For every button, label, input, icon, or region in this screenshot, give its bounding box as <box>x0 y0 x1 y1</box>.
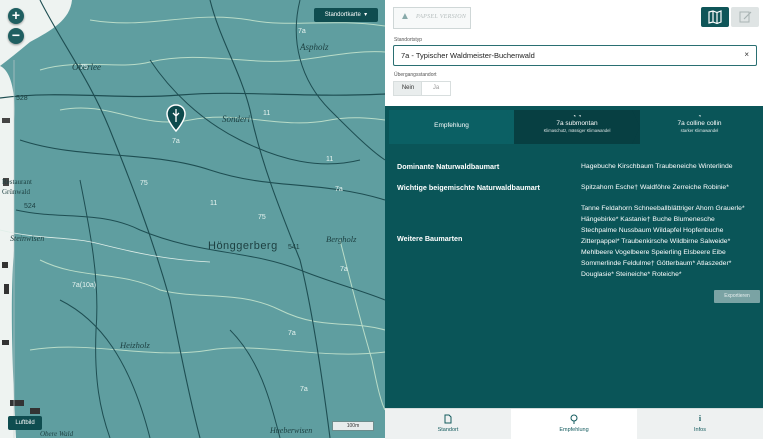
elevation-label: 541 <box>288 244 300 251</box>
scenario-tabs: Empfehlung ◔ ◔ 7a submontan Klimaschutz,… <box>389 110 759 144</box>
zoom-out-button[interactable]: − <box>8 28 24 44</box>
tab-collin[interactable]: ◔ 7a colline collin starker Klimawandel <box>640 110 759 144</box>
species-line: Hängebirke* Kastanie† Buche Blumenesche <box>581 216 715 223</box>
elevation-label: 528 <box>16 95 28 102</box>
recommendation-panel: Empfehlung ◔ ◔ 7a submontan Klimaschutz,… <box>385 106 763 408</box>
stand-code: 75 <box>140 180 148 187</box>
tab-subtitle: Klimaschutz, mässiger Klimawandel <box>543 128 611 133</box>
row-value-beigemischt: Spitzahorn Esche† Waldföhre Zerreiche Ro… <box>581 182 729 193</box>
aerial-view-button[interactable]: Luftbild <box>8 416 42 430</box>
export-button[interactable]: Exportieren <box>714 290 760 303</box>
zoom-in-button[interactable]: + <box>8 8 24 24</box>
stand-code: 7a <box>335 186 343 193</box>
document-icon <box>444 414 452 424</box>
place-label: Obere Wald <box>40 430 74 438</box>
place-label: Hönggerberg <box>208 240 278 252</box>
place-label: Heizholz <box>120 340 150 350</box>
tab-title: Empfehlung <box>434 122 469 129</box>
nav-standort[interactable]: Standort <box>385 409 511 439</box>
species-line: Zitterpappel* Traubenkirsche Wildbirne S… <box>581 238 731 245</box>
nav-empfehlung[interactable]: Empfehlung <box>511 409 637 439</box>
stand-code: 7a <box>298 28 306 35</box>
species-line: Sommerlinde Feldulme† Götterbaum* Atlasz… <box>581 260 732 267</box>
species-line: Mehlbeere Vogelbeere Speierling Elsbeere… <box>581 249 726 256</box>
details-panel: ▲ PAPSEL VERSION Standortstyp 7a - Typis… <box>385 0 763 439</box>
tree-icon <box>570 414 578 424</box>
nav-label: Standort <box>437 427 459 433</box>
map-canvas <box>0 0 385 438</box>
chevron-down-icon: ▾ <box>362 12 368 18</box>
panel-header: ▲ PAPSEL VERSION Standortstyp 7a - Typis… <box>385 0 763 106</box>
stand-code: 11 <box>263 110 271 117</box>
stand-code: 11 <box>326 156 334 163</box>
species-line: Stechpalme Nussbaum Wildapfel Hopfenbuch… <box>581 227 724 234</box>
nav-infos[interactable]: i Infos <box>637 409 763 439</box>
tree-logo-icon: ▲ <box>400 11 410 22</box>
uebergang-label: Übergangsstandort <box>394 72 437 78</box>
place-label: Steinwisen <box>10 234 45 243</box>
nav-label: Infos <box>694 427 706 433</box>
stand-code: 7a(10a) <box>72 282 97 289</box>
row-value-dominant: Hagebuche Kirschbaum Traubeneiche Winter… <box>581 161 733 172</box>
species-line: Douglasie* Steineiche* Roteiche* <box>581 271 682 278</box>
elevation-label: 524 <box>24 203 36 210</box>
edit-icon <box>739 11 752 23</box>
map-type-dropdown[interactable]: Standortkarte ▾ <box>314 8 378 22</box>
nav-label: Empfehlung <box>559 427 589 433</box>
app-logo: ▲ PAPSEL VERSION <box>393 7 471 29</box>
stand-code: 11 <box>210 200 218 207</box>
row-label-dominant: Dominante Naturwaldbaumart <box>397 162 500 171</box>
species-line: Spitzahorn Esche† Waldföhre Zerreiche Ro… <box>581 184 729 191</box>
row-value-weitere: Tanne Feldahorn Schneeballblättriger Aho… <box>581 203 745 280</box>
stand-code: 75 <box>80 64 88 71</box>
row-label-beigemischt: Wichtige beigemischte Naturwaldbaumart <box>397 183 540 192</box>
edit-view-button[interactable] <box>731 7 759 27</box>
tab-title: 7a submontan <box>556 120 598 127</box>
place-label: Restaurant <box>2 178 32 186</box>
standorttyp-select[interactable]: 7a - Typischer Waldmeister-Buchenwald × <box>393 45 757 66</box>
tab-title: 7a colline collin <box>677 120 722 127</box>
species-line: Hagebuche Kirschbaum Traubeneiche Winter… <box>581 163 733 170</box>
map-icon <box>708 10 722 25</box>
place-label: Sonderi <box>222 114 250 124</box>
place-label: Grünwald <box>2 188 30 196</box>
info-icon: i <box>698 414 702 423</box>
place-label: Aspholz <box>300 42 329 52</box>
marker-code: 7a <box>172 138 180 145</box>
clear-icon[interactable]: × <box>744 50 749 59</box>
species-line: Tanne Feldahorn Schneeballblättriger Aho… <box>581 205 745 212</box>
tab-subtitle: starker Klimawandel <box>680 128 719 133</box>
stand-code: 7a <box>340 266 348 273</box>
location-marker-icon[interactable] <box>166 104 186 132</box>
stand-code: 7a <box>288 330 296 337</box>
toggle-ja[interactable]: Ja <box>421 81 451 96</box>
map-view-button[interactable] <box>701 7 729 27</box>
map-view[interactable]: Oberlee Aspholz Sonderi Restaurant Grünw… <box>0 0 385 438</box>
map-type-label: Standortkarte <box>324 12 361 18</box>
standorttyp-label: Standortstyp <box>394 37 423 43</box>
standorttyp-value: 7a - Typischer Waldmeister-Buchenwald <box>401 51 535 60</box>
stand-code: 75 <box>258 214 266 221</box>
scale-bar: 100m <box>332 421 374 431</box>
toggle-nein[interactable]: Nein <box>393 81 423 96</box>
bottom-nav: Standort Empfehlung i Infos <box>385 408 763 439</box>
tab-empfehlung[interactable]: Empfehlung <box>389 110 514 144</box>
logo-text: PAPSEL VERSION <box>416 14 467 20</box>
tab-submontan[interactable]: ◔ ◔ 7a submontan Klimaschutz, mässiger K… <box>514 110 640 144</box>
place-label: Bergholz <box>326 234 357 244</box>
row-label-weitere: Weitere Baumarten <box>397 234 463 243</box>
stand-code: 7a <box>300 386 308 393</box>
place-label: Hueberwisen <box>270 426 313 435</box>
